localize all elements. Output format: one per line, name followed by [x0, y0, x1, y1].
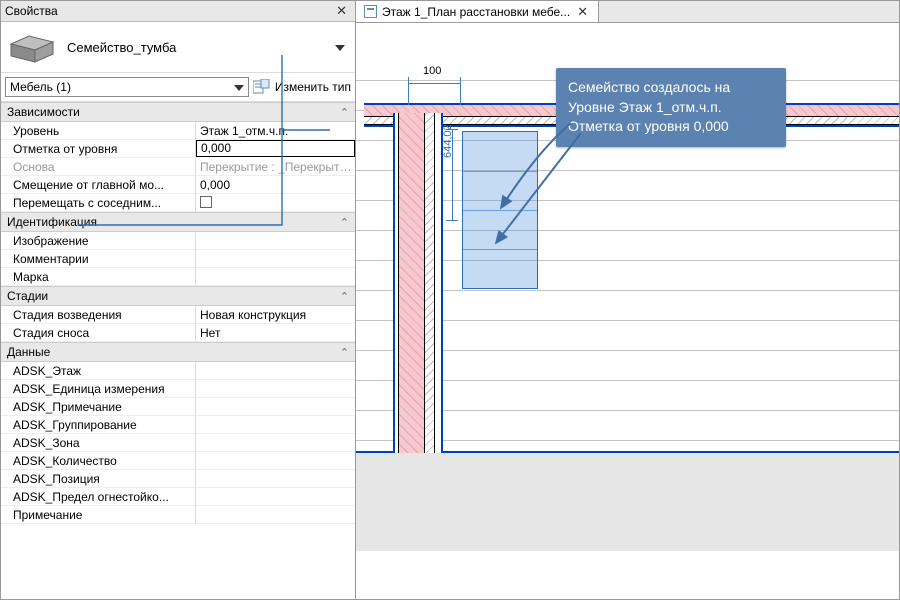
prop-value[interactable]: [196, 380, 355, 398]
panel-title: Свойства: [5, 4, 332, 18]
type-row: Мебель (1) Изменить тип: [1, 73, 355, 102]
prop-label: Отметка от уровня: [1, 140, 196, 158]
edit-type-button[interactable]: Изменить тип: [253, 79, 351, 95]
wall-layer: [435, 113, 443, 453]
prop-value[interactable]: 0,000: [196, 176, 355, 194]
properties-panel: Свойства ✕ Семейство_тумба Мебель (1): [1, 1, 356, 599]
type-dropdown-value: Мебель (1): [10, 80, 71, 94]
prop-label: ADSK_Единица измерения: [1, 380, 196, 398]
prop-label: ADSK_Количество: [1, 452, 196, 470]
prop-label: Уровень: [1, 122, 196, 140]
prop-value: Перекрытие : _Перекрыти...: [196, 158, 355, 176]
edit-type-label: Изменить тип: [275, 80, 351, 94]
prop-value[interactable]: [196, 250, 355, 268]
document-icon: [364, 5, 377, 18]
prop-value-focused[interactable]: 0,000: [196, 140, 355, 157]
collapse-icon: ⌃: [340, 106, 349, 119]
chevron-down-icon: [234, 80, 244, 94]
section-identity[interactable]: Идентификация ⌃: [1, 212, 355, 232]
prop-value[interactable]: [196, 416, 355, 434]
collapse-icon: ⌃: [340, 216, 349, 229]
family-name: Семейство_тумба: [67, 40, 176, 55]
prop-value[interactable]: Новая конструкция: [196, 306, 355, 324]
prop-label: ADSK_Этаж: [1, 362, 196, 380]
prop-value[interactable]: Этаж 1_отм.ч.п.: [196, 122, 355, 140]
prop-label: Стадия возведения: [1, 306, 196, 324]
prop-value[interactable]: [196, 434, 355, 452]
prop-value[interactable]: [196, 488, 355, 506]
prop-label: Стадия сноса: [1, 324, 196, 342]
edit-type-icon: [253, 79, 271, 95]
type-dropdown[interactable]: Мебель (1): [5, 77, 249, 97]
prop-value[interactable]: [196, 506, 355, 524]
collapse-icon: ⌃: [340, 346, 349, 359]
prop-value[interactable]: [196, 398, 355, 416]
prop-label: ADSK_Примечание: [1, 398, 196, 416]
selected-cabinet[interactable]: [462, 131, 538, 289]
section-constraints[interactable]: Зависимости ⌃: [1, 102, 355, 122]
prop-value[interactable]: [196, 268, 355, 286]
dimension-text[interactable]: 644,02: [442, 124, 454, 158]
prop-value[interactable]: [196, 362, 355, 380]
prop-value[interactable]: [196, 470, 355, 488]
drawing-area[interactable]: 100 644,02 Семейство создалось на Уровне…: [356, 23, 899, 599]
prop-label: ADSK_Группирование: [1, 416, 196, 434]
prop-value[interactable]: Нет: [196, 324, 355, 342]
dimension-text[interactable]: 100: [423, 65, 441, 77]
view-canvas[interactable]: Этаж 1_План расстановки мебе... ✕ 100 64…: [356, 1, 899, 599]
panel-header: Свойства ✕: [1, 1, 355, 22]
view-tab-title: Этаж 1_План расстановки мебе...: [382, 5, 570, 19]
prop-label: Основа: [1, 158, 196, 176]
prop-label: Комментарии: [1, 250, 196, 268]
prop-value[interactable]: [196, 232, 355, 250]
prop-label: Смещение от главной мо...: [1, 176, 196, 194]
section-data[interactable]: Данные ⌃: [1, 342, 355, 362]
prop-label: Перемещать с соседним...: [1, 194, 196, 212]
dimension-line: [408, 83, 460, 97]
view-tabbar: Этаж 1_План расстановки мебе... ✕: [356, 1, 899, 23]
wall-layer: [399, 113, 425, 453]
annotation-callout: Семейство создалось на Уровне Этаж 1_отм…: [556, 68, 786, 147]
chevron-down-icon[interactable]: [335, 40, 345, 54]
prop-label: ADSK_Зона: [1, 434, 196, 452]
prop-label: ADSK_Предел огнестойко...: [1, 488, 196, 506]
prop-value[interactable]: [196, 452, 355, 470]
prop-value[interactable]: [196, 194, 355, 212]
prop-label: Марка: [1, 268, 196, 286]
wall-layer: [425, 113, 435, 453]
prop-label: ADSK_Позиция: [1, 470, 196, 488]
family-type-selector[interactable]: Семейство_тумба: [1, 22, 355, 73]
collapse-icon: ⌃: [340, 290, 349, 303]
family-thumbnail-icon: [7, 30, 57, 64]
property-grid: Зависимости ⌃ УровеньЭтаж 1_отм.ч.п. Отм…: [1, 102, 355, 599]
prop-label: Изображение: [1, 232, 196, 250]
panel-close-icon[interactable]: ✕: [332, 3, 351, 19]
prop-label: Примечание: [1, 506, 196, 524]
section-phasing[interactable]: Стадии ⌃: [1, 286, 355, 306]
checkbox-icon: [200, 196, 212, 208]
view-tab[interactable]: Этаж 1_План расстановки мебе... ✕: [356, 1, 599, 22]
tab-close-icon[interactable]: ✕: [575, 4, 590, 20]
ground-hatch: [356, 451, 899, 551]
